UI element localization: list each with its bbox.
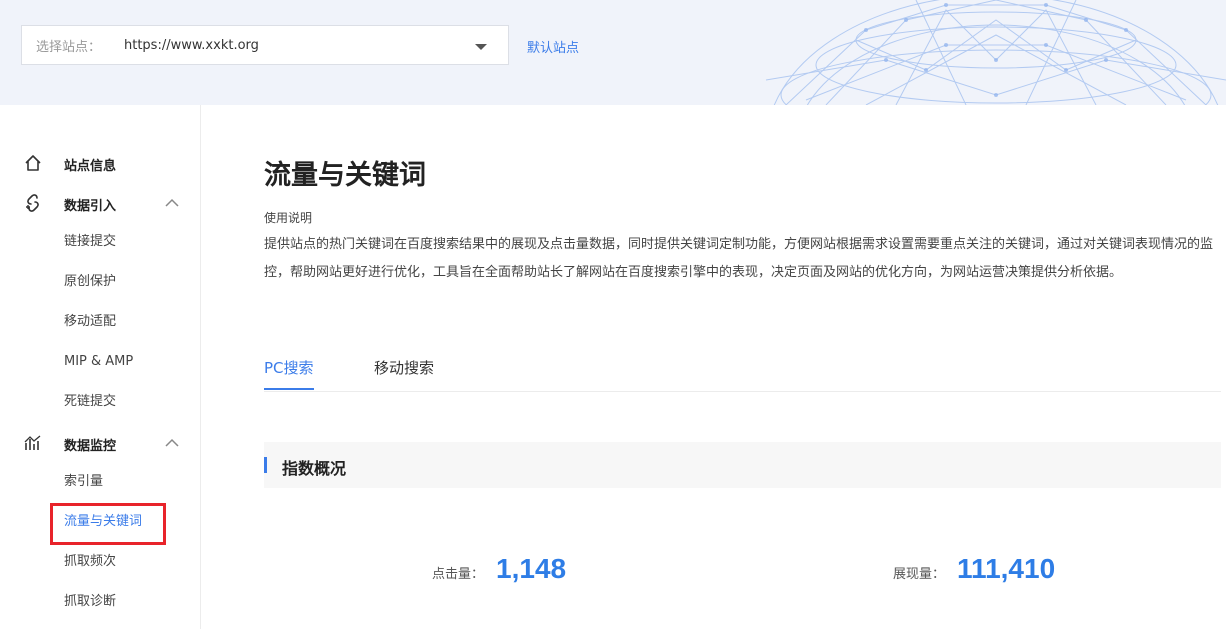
- sidebar-item-original-protect[interactable]: 原创保护: [64, 272, 116, 292]
- sidebar-item-crawl-frequency[interactable]: 抓取频次: [64, 552, 116, 572]
- usage-title: 使用说明: [264, 211, 313, 225]
- site-select-label: 选择站点：: [36, 39, 102, 55]
- sidebar-group-label: 数据引入: [64, 199, 117, 214]
- tab-mobile-search[interactable]: 移动搜索: [374, 357, 434, 388]
- sidebar-group-label: 站点信息: [64, 159, 117, 174]
- sidebar-item-site-info[interactable]: 站点信息: [0, 143, 200, 183]
- metric-label: 展现量：: [893, 567, 946, 582]
- tab-pc-search[interactable]: PC搜索: [264, 357, 314, 390]
- sidebar-group-data-import[interactable]: 数据引入: [0, 183, 200, 223]
- sidebar-item-mip-amp[interactable]: MIP & AMP: [64, 352, 133, 372]
- chart-monitor-icon: [24, 435, 41, 450]
- default-site-link[interactable]: 默认站点: [527, 37, 579, 56]
- data-import-icon: [26, 194, 39, 212]
- sidebar-item-crawl-diagnosis[interactable]: 抓取诊断: [64, 592, 116, 612]
- page-title: 流量与关键词: [264, 160, 426, 191]
- sidebar-item-traffic-keywords[interactable]: 流量与关键词: [64, 512, 142, 532]
- section-header-index-overview: 指数概况: [264, 442, 1221, 488]
- metric-impressions: 展现量： 111,410: [893, 553, 1055, 585]
- sidebar-item-link-submit[interactable]: 链接提交: [64, 232, 116, 252]
- sidebar-group-data-monitor[interactable]: 数据监控: [0, 423, 200, 463]
- metric-value: 111,410: [957, 553, 1056, 584]
- sidebar-group-label: 数据监控: [64, 439, 117, 454]
- chevron-up-icon[interactable]: [164, 197, 180, 209]
- main-content: 流量与关键词 使用说明 提供站点的热门关键词在百度搜索结果中的展现及点击量数据，…: [201, 105, 1226, 629]
- sidebar-item-deadlink-submit[interactable]: 死链提交: [64, 392, 116, 412]
- home-icon: [25, 155, 41, 171]
- sidebar: 站点信息 数据引入 链接提交 原创保护 移动适配 MIP & AMP 死链提交 …: [0, 105, 201, 629]
- metric-value: 1,148: [496, 553, 567, 584]
- usage-description: 提供站点的热门关键词在百度搜索结果中的展现及点击量数据，同时提供关键词定制功能，…: [264, 237, 1214, 280]
- chevron-up-icon[interactable]: [164, 437, 180, 449]
- metric-label: 点击量：: [432, 567, 485, 582]
- metric-clicks: 点击量： 1,148: [432, 553, 566, 585]
- section-accent-bar: [264, 457, 267, 473]
- top-header-band: 选择站点： https://www.xxkt.org 默认站点: [0, 0, 1226, 105]
- sidebar-item-mobile-adapt[interactable]: 移动适配: [64, 312, 116, 332]
- section-title: 指数概况: [282, 459, 347, 478]
- caret-down-icon[interactable]: [475, 44, 487, 50]
- globe-decoration: [765, 0, 1226, 105]
- search-type-tabs: PC搜索 移动搜索: [264, 351, 1221, 392]
- site-select-value: https://www.xxkt.org: [124, 37, 259, 53]
- sidebar-item-index-volume[interactable]: 索引量: [64, 472, 103, 492]
- site-select-dropdown[interactable]: 选择站点： https://www.xxkt.org: [21, 25, 509, 65]
